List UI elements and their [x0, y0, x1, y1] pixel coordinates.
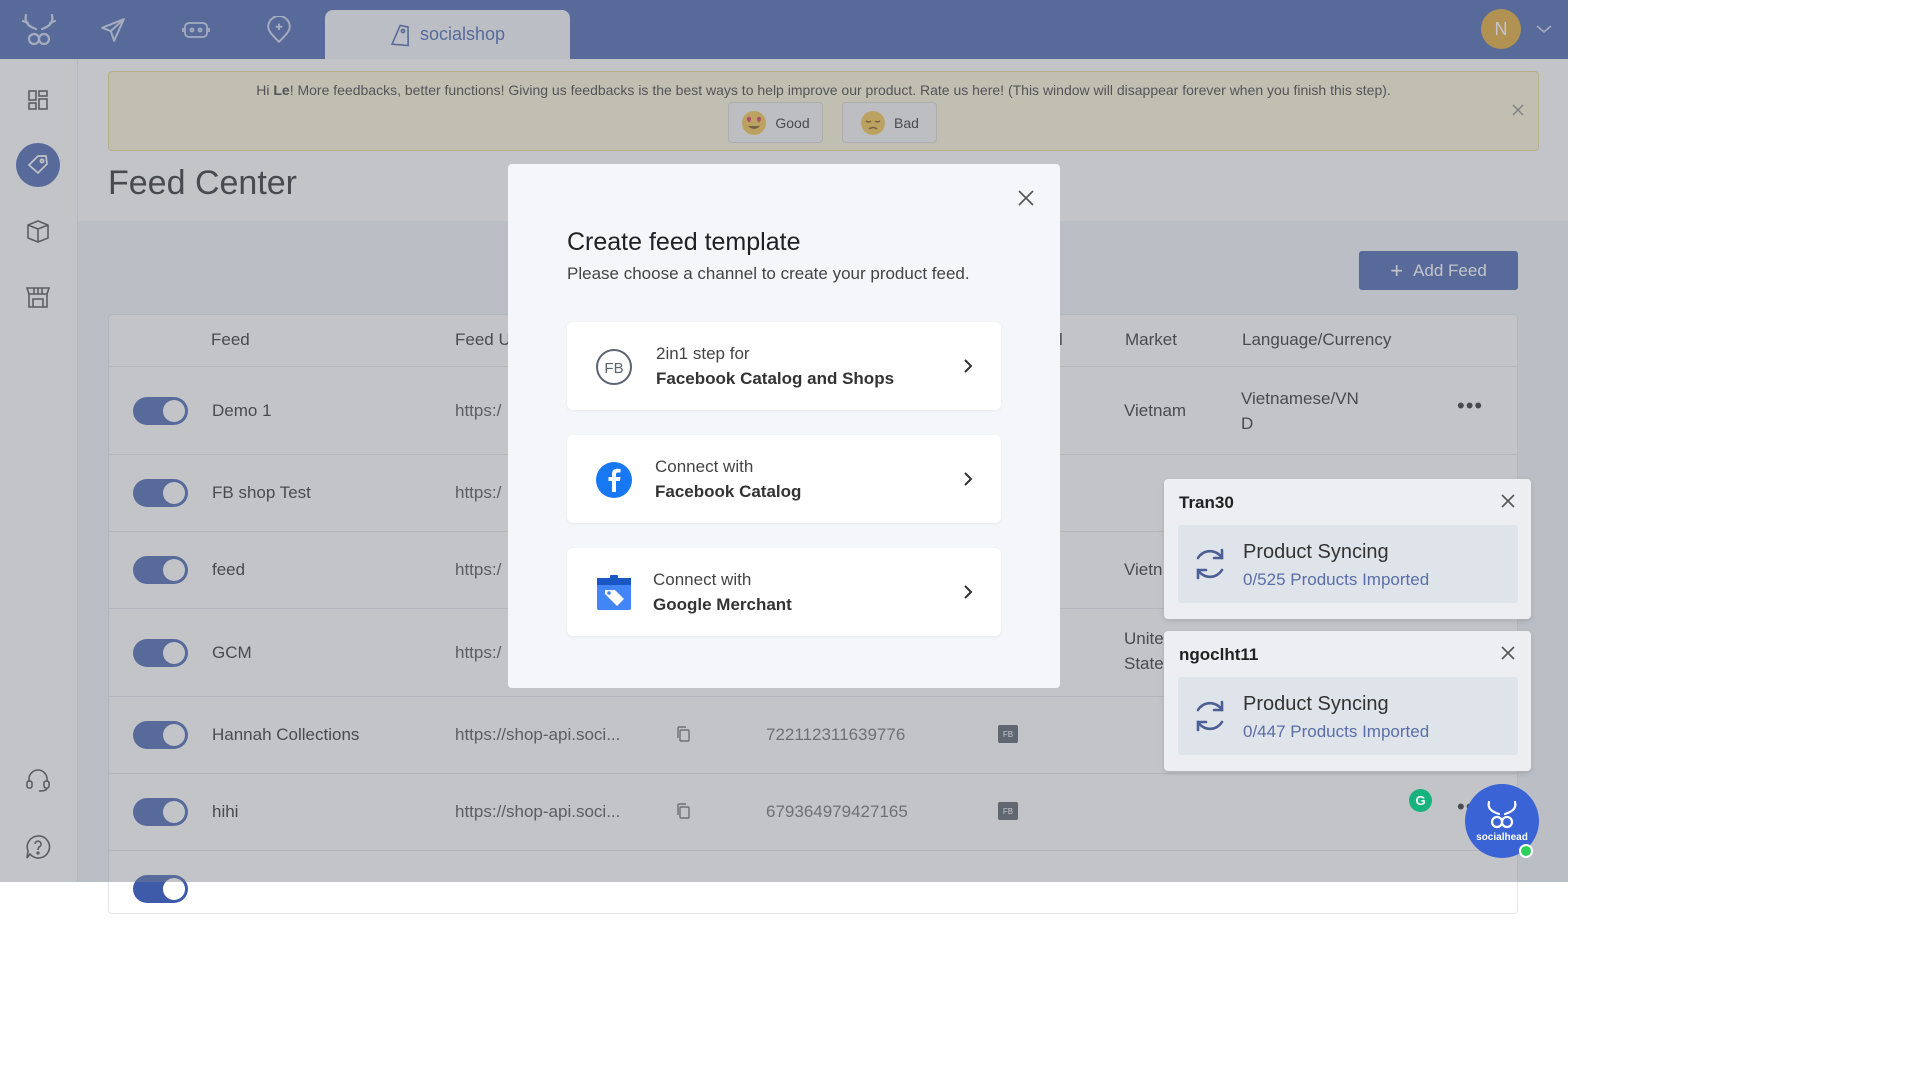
sync-panel-title: Tran30 [1179, 493, 1234, 512]
sync-icon [1196, 548, 1224, 580]
option-line1: Connect with [653, 570, 752, 589]
grammarly-icon[interactable]: G [1409, 789, 1432, 812]
chevron-right-icon [964, 585, 973, 599]
option-line1: Connect with [655, 457, 754, 476]
close-icon[interactable] [1500, 493, 1516, 509]
sync-progress: 0/447 Products Imported [1243, 722, 1430, 741]
option-line1: 2in1 step for [656, 344, 750, 363]
option-google-merchant[interactable]: Connect with Google Merchant [567, 548, 1001, 636]
modal-title: Create feed template [567, 228, 801, 256]
sync-status: Product Syncing 0/525 Products Imported [1178, 525, 1518, 603]
create-feed-modal: Create feed template Please choose a cha… [508, 164, 1060, 688]
modal-subtitle: Please choose a channel to create your p… [567, 264, 970, 283]
option-line2: Google Merchant [653, 595, 792, 614]
sync-panel: ngoclht11 Product Syncing 0/447 Products… [1164, 631, 1531, 771]
chevron-right-icon [964, 359, 973, 373]
option-line2: Facebook Catalog [655, 482, 802, 501]
sync-heading: Product Syncing [1243, 693, 1389, 715]
chat-brand-label: socialhead [1476, 831, 1528, 843]
option-facebook-catalog[interactable]: Connect with Facebook Catalog [567, 435, 1001, 523]
svg-text:FB: FB [604, 360, 623, 377]
option-fb-catalog-and-shops[interactable]: FB 2in1 step for Facebook Catalog and Sh… [567, 322, 1001, 410]
sync-status: Product Syncing 0/447 Products Imported [1178, 677, 1518, 755]
sync-progress: 0/525 Products Imported [1243, 570, 1430, 589]
chevron-right-icon [964, 472, 973, 486]
online-status-dot [1519, 844, 1533, 858]
close-icon[interactable] [1016, 188, 1036, 208]
sync-panel-title: ngoclht11 [1179, 645, 1259, 664]
socialhead-logo-icon [1487, 800, 1517, 828]
google-merchant-icon [597, 575, 631, 610]
option-line2: Facebook Catalog and Shops [656, 369, 895, 388]
sync-heading: Product Syncing [1243, 541, 1389, 563]
facebook-icon [596, 462, 632, 498]
sync-panel: Tran30 Product Syncing 0/525 Products Im… [1164, 479, 1531, 619]
sync-icon [1196, 700, 1224, 732]
close-icon[interactable] [1500, 645, 1516, 661]
fb-shops-icon: FB [596, 349, 632, 385]
